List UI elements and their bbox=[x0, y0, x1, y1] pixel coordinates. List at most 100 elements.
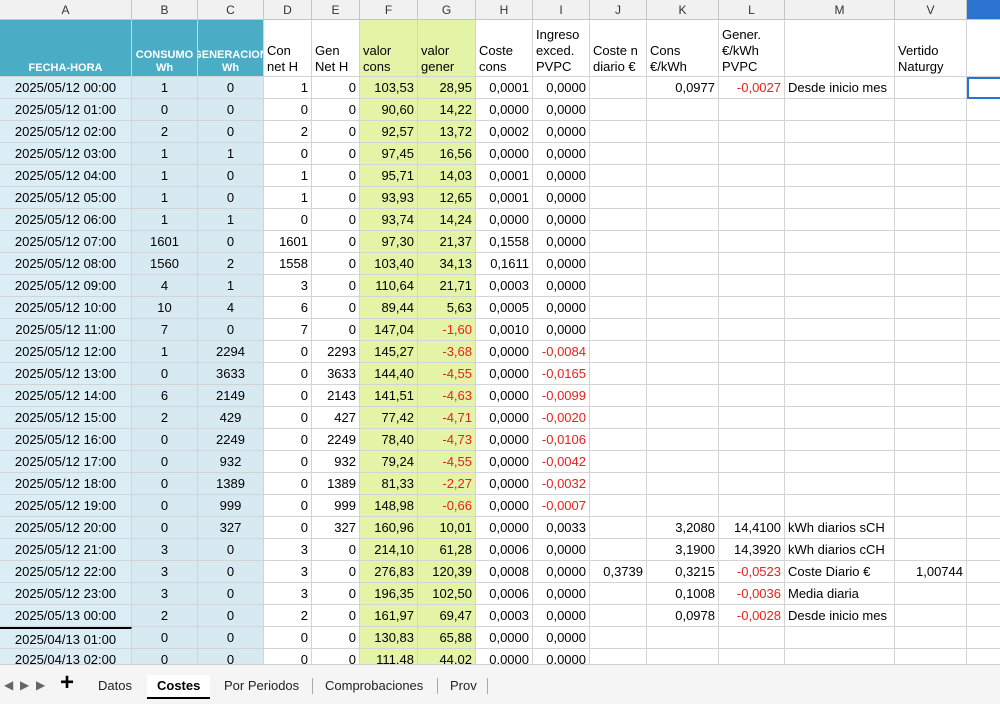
cell-k-27[interactable] bbox=[647, 627, 719, 649]
cell-g-23[interactable]: 61,28 bbox=[418, 539, 476, 561]
cell-w-13[interactable] bbox=[967, 319, 1000, 341]
cell-l-18[interactable] bbox=[719, 429, 785, 451]
cell-j-5[interactable] bbox=[590, 143, 647, 165]
cell-j-22[interactable] bbox=[590, 517, 647, 539]
cell-v-7[interactable] bbox=[895, 187, 967, 209]
cell-i-20[interactable]: -0,0032 bbox=[533, 473, 590, 495]
cell-h-25[interactable]: 0,0006 bbox=[476, 583, 533, 605]
cell-h-11[interactable]: 0,0003 bbox=[476, 275, 533, 297]
cell-b-21[interactable]: 0 bbox=[132, 495, 198, 517]
cell-j-8[interactable] bbox=[590, 209, 647, 231]
cell-m-14[interactable] bbox=[785, 341, 895, 363]
cell-e-11[interactable]: 0 bbox=[312, 275, 360, 297]
cell-b-11[interactable]: 4 bbox=[132, 275, 198, 297]
cell-c-23[interactable]: 0 bbox=[198, 539, 264, 561]
cell-l-7[interactable] bbox=[719, 187, 785, 209]
cell-e-25[interactable]: 0 bbox=[312, 583, 360, 605]
cell-f-9[interactable]: 97,30 bbox=[360, 231, 418, 253]
cell-w-26[interactable] bbox=[967, 605, 1000, 627]
cell-m-13[interactable] bbox=[785, 319, 895, 341]
cell-l-27[interactable] bbox=[719, 627, 785, 649]
cell-b-22[interactable]: 0 bbox=[132, 517, 198, 539]
cell-j-15[interactable] bbox=[590, 363, 647, 385]
cell-h-19[interactable]: 0,0000 bbox=[476, 451, 533, 473]
header-cell-m[interactable] bbox=[785, 20, 895, 77]
cell-b-10[interactable]: 1560 bbox=[132, 253, 198, 275]
cell-h-14[interactable]: 0,0000 bbox=[476, 341, 533, 363]
cell-i-8[interactable]: 0,0000 bbox=[533, 209, 590, 231]
cell-f-11[interactable]: 110,64 bbox=[360, 275, 418, 297]
cell-m-2[interactable]: Desde inicio mes bbox=[785, 77, 895, 99]
cell-a-26[interactable]: 2025/05/13 00:00 bbox=[0, 605, 132, 627]
cell-k-9[interactable] bbox=[647, 231, 719, 253]
cell-v-24[interactable]: 1,00744 bbox=[895, 561, 967, 583]
tab-comprobaciones[interactable]: Comprobaciones bbox=[315, 675, 433, 697]
cell-v-26[interactable] bbox=[895, 605, 967, 627]
cell-e-9[interactable]: 0 bbox=[312, 231, 360, 253]
cell-c-20[interactable]: 1389 bbox=[198, 473, 264, 495]
cell-l-4[interactable] bbox=[719, 121, 785, 143]
cell-m-9[interactable] bbox=[785, 231, 895, 253]
cell-j-21[interactable] bbox=[590, 495, 647, 517]
cell-v-15[interactable] bbox=[895, 363, 967, 385]
prev-sheet-icon[interactable]: ▶ bbox=[20, 678, 29, 692]
cell-c-24[interactable]: 0 bbox=[198, 561, 264, 583]
cell-c-21[interactable]: 999 bbox=[198, 495, 264, 517]
column-header-f[interactable]: F bbox=[360, 0, 418, 20]
cell-b-27[interactable]: 0 bbox=[132, 627, 198, 649]
cell-m-5[interactable] bbox=[785, 143, 895, 165]
cell-w-14[interactable] bbox=[967, 341, 1000, 363]
cell-h-2[interactable]: 0,0001 bbox=[476, 77, 533, 99]
tab-por-periodos[interactable]: Por Periodos bbox=[214, 675, 309, 697]
cell-h-9[interactable]: 0,1558 bbox=[476, 231, 533, 253]
cell-w-20[interactable] bbox=[967, 473, 1000, 495]
header-cell-l[interactable]: Gener. €/kWh PVPC bbox=[719, 20, 785, 77]
cell-b-16[interactable]: 6 bbox=[132, 385, 198, 407]
cell-a-10[interactable]: 2025/05/12 08:00 bbox=[0, 253, 132, 275]
cell-d-9[interactable]: 1601 bbox=[264, 231, 312, 253]
cell-d-6[interactable]: 1 bbox=[264, 165, 312, 187]
cell-b-4[interactable]: 2 bbox=[132, 121, 198, 143]
cell-a-17[interactable]: 2025/05/12 15:00 bbox=[0, 407, 132, 429]
cell-d-26[interactable]: 2 bbox=[264, 605, 312, 627]
cell-h-6[interactable]: 0,0001 bbox=[476, 165, 533, 187]
cell-m-25[interactable]: Media diaria bbox=[785, 583, 895, 605]
cell-l-12[interactable] bbox=[719, 297, 785, 319]
header-cell-j[interactable]: Coste n diario € bbox=[590, 20, 647, 77]
cell-c-19[interactable]: 932 bbox=[198, 451, 264, 473]
cell-g-6[interactable]: 14,03 bbox=[418, 165, 476, 187]
cell-g-11[interactable]: 21,71 bbox=[418, 275, 476, 297]
cell-d-13[interactable]: 7 bbox=[264, 319, 312, 341]
cell-m-12[interactable] bbox=[785, 297, 895, 319]
cell-w-19[interactable] bbox=[967, 451, 1000, 473]
cell-e-18[interactable]: 2249 bbox=[312, 429, 360, 451]
cell-g-15[interactable]: -4,55 bbox=[418, 363, 476, 385]
cell-g-28[interactable]: 44,02 bbox=[418, 649, 476, 664]
cell-a-13[interactable]: 2025/05/12 11:00 bbox=[0, 319, 132, 341]
cell-c-2[interactable]: 0 bbox=[198, 77, 264, 99]
cell-i-7[interactable]: 0,0000 bbox=[533, 187, 590, 209]
cell-l-22[interactable]: 14,4100 bbox=[719, 517, 785, 539]
cell-d-23[interactable]: 3 bbox=[264, 539, 312, 561]
cell-j-13[interactable] bbox=[590, 319, 647, 341]
cell-l-13[interactable] bbox=[719, 319, 785, 341]
cell-m-11[interactable] bbox=[785, 275, 895, 297]
cell-c-14[interactable]: 2294 bbox=[198, 341, 264, 363]
cell-j-18[interactable] bbox=[590, 429, 647, 451]
cell-e-8[interactable]: 0 bbox=[312, 209, 360, 231]
cell-l-3[interactable] bbox=[719, 99, 785, 121]
column-header-l[interactable]: L bbox=[719, 0, 785, 20]
cell-g-12[interactable]: 5,63 bbox=[418, 297, 476, 319]
cell-g-13[interactable]: -1,60 bbox=[418, 319, 476, 341]
cell-m-28[interactable] bbox=[785, 649, 895, 664]
cell-j-9[interactable] bbox=[590, 231, 647, 253]
column-header-k[interactable]: K bbox=[647, 0, 719, 20]
header-cell-i[interactable]: Ingreso exced. PVPC bbox=[533, 20, 590, 77]
cell-v-25[interactable] bbox=[895, 583, 967, 605]
cell-b-6[interactable]: 1 bbox=[132, 165, 198, 187]
cell-v-3[interactable] bbox=[895, 99, 967, 121]
cell-f-25[interactable]: 196,35 bbox=[360, 583, 418, 605]
cell-k-28[interactable] bbox=[647, 649, 719, 664]
cell-e-26[interactable]: 0 bbox=[312, 605, 360, 627]
cell-e-2[interactable]: 0 bbox=[312, 77, 360, 99]
